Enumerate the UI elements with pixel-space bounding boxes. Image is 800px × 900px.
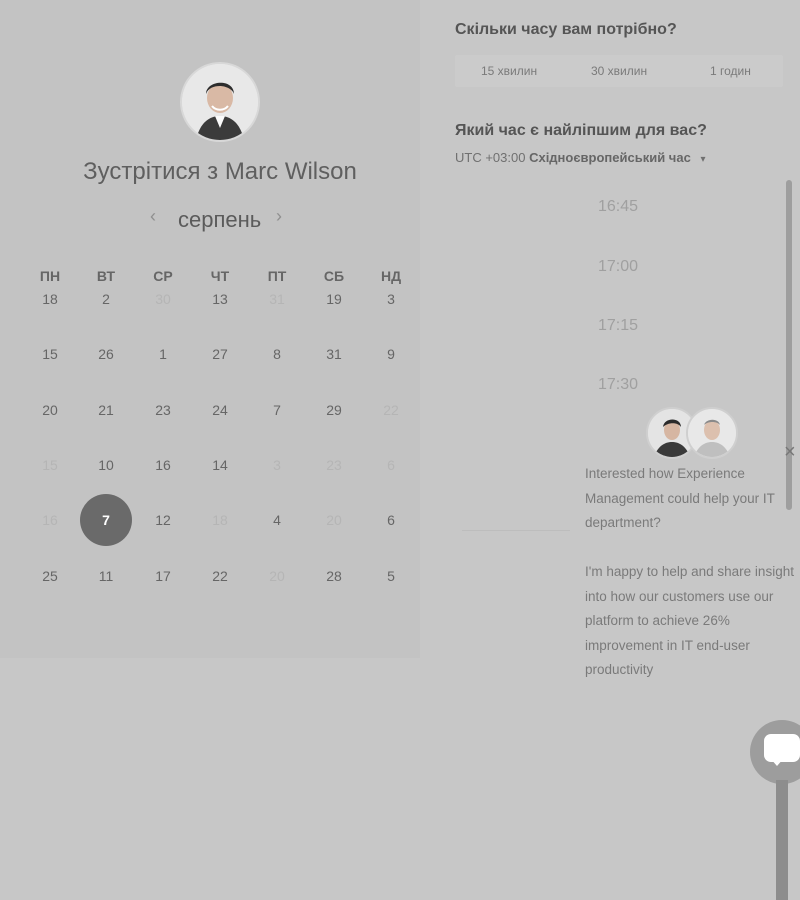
- duration-option-60[interactable]: 1 годин: [710, 64, 751, 78]
- title-prefix: Зустрітися з: [83, 158, 219, 185]
- calendar-day[interactable]: 17: [135, 564, 191, 588]
- calendar-day[interactable]: 1: [135, 342, 191, 366]
- calendar-day[interactable]: 30: [135, 287, 191, 311]
- calendar-day[interactable]: 20: [249, 564, 305, 588]
- weekday-label: СР: [153, 268, 173, 284]
- calendar-day[interactable]: 27: [192, 342, 248, 366]
- calendar-day[interactable]: 3: [363, 287, 419, 311]
- chat-message-2: I'm happy to help and share insight into…: [585, 564, 794, 677]
- chevron-right-icon[interactable]: ›: [276, 206, 282, 227]
- chevron-down-icon: ▾: [700, 154, 706, 165]
- calendar-day[interactable]: 23: [306, 453, 362, 477]
- calendar-day[interactable]: 25: [22, 564, 78, 588]
- calendar-day[interactable]: 31: [249, 287, 305, 311]
- calendar-day[interactable]: 20: [22, 398, 78, 422]
- calendar-day[interactable]: 21: [78, 398, 134, 422]
- calendar-day[interactable]: 16: [22, 508, 78, 532]
- calendar-day[interactable]: 3: [249, 453, 305, 477]
- time-slot[interactable]: 16:45: [468, 185, 768, 229]
- calendar-day[interactable]: 22: [192, 564, 248, 588]
- calendar-day[interactable]: 22: [363, 398, 419, 422]
- calendar-day[interactable]: 13: [192, 287, 248, 311]
- close-icon[interactable]: ×: [784, 442, 796, 462]
- calendar-day[interactable]: 9: [363, 342, 419, 366]
- month-label: серпень: [178, 207, 262, 232]
- agent-avatar: [686, 407, 738, 459]
- divider: [462, 530, 570, 531]
- calendar-day[interactable]: 23: [135, 398, 191, 422]
- calendar-day[interactable]: 6: [363, 508, 419, 532]
- chat-launcher-button[interactable]: [750, 720, 800, 784]
- calendar-day[interactable]: 11: [78, 564, 134, 588]
- calendar-day[interactable]: 10: [78, 453, 134, 477]
- chat-bubble-tail: [770, 758, 784, 766]
- calendar-day[interactable]: 15: [22, 453, 78, 477]
- time-slot[interactable]: 17:30: [468, 363, 768, 407]
- calendar-day[interactable]: 26: [78, 342, 134, 366]
- calendar-day[interactable]: 14: [192, 453, 248, 477]
- calendar-day[interactable]: 7: [249, 398, 305, 422]
- calendar-day[interactable]: 12: [135, 508, 191, 532]
- weekday-label: ПТ: [267, 268, 287, 284]
- calendar-day[interactable]: 18: [22, 287, 78, 311]
- duration-selector: 15 хвилин 30 хвилин 1 годин: [455, 55, 783, 87]
- host-name: Marc Wilson: [224, 158, 357, 185]
- duration-question: Скільки часу вам потрібно?: [455, 21, 677, 38]
- duration-option-30[interactable]: 30 хвилин: [591, 64, 647, 78]
- timezone-selector[interactable]: UTC +03:00 Східноєвропейський час ▾: [455, 150, 705, 165]
- page-scrollbar[interactable]: [776, 780, 788, 900]
- chat-message-1: Interested how Experience Management cou…: [585, 466, 775, 530]
- calendar-day[interactable]: 2: [78, 287, 134, 311]
- weekday-label: СБ: [323, 268, 345, 284]
- timezone-offset: UTC +03:00: [455, 150, 526, 165]
- calendar-day[interactable]: 6: [363, 453, 419, 477]
- timezone-name: Східноєвропейський час: [529, 150, 691, 165]
- calendar-day[interactable]: 4: [249, 508, 305, 532]
- weekday-label: ВТ: [96, 268, 116, 284]
- duration-option-15[interactable]: 15 хвилин: [481, 64, 537, 78]
- calendar-day[interactable]: 16: [135, 453, 191, 477]
- calendar-day[interactable]: 5: [363, 564, 419, 588]
- calendar-day[interactable]: 8: [249, 342, 305, 366]
- weekday-label: ЧТ: [210, 268, 230, 284]
- calendar-day[interactable]: 31: [306, 342, 362, 366]
- calendar-day[interactable]: 15: [22, 342, 78, 366]
- weekday-label: НД: [380, 268, 402, 284]
- chat-agent-avatars: [646, 407, 738, 459]
- calendar-day[interactable]: 20: [306, 508, 362, 532]
- time-slot[interactable]: 17:00: [468, 245, 768, 289]
- weekday-label: ПН: [39, 268, 61, 284]
- calendar-day-selected[interactable]: 7: [80, 494, 132, 546]
- month-navigation: ‹ серпень ›: [150, 204, 290, 234]
- meeting-title: Зустрітися з Marc Wilson: [0, 158, 440, 186]
- calendar-day[interactable]: 19: [306, 287, 362, 311]
- calendar-day[interactable]: 18: [192, 508, 248, 532]
- time-slot[interactable]: 17:15: [468, 304, 768, 348]
- host-avatar: [182, 64, 258, 140]
- calendar-day[interactable]: 29: [306, 398, 362, 422]
- calendar-day[interactable]: 24: [192, 398, 248, 422]
- time-question: Який час є найліпшим для вас?: [455, 122, 707, 139]
- calendar-day[interactable]: 28: [306, 564, 362, 588]
- chevron-left-icon[interactable]: ‹: [150, 206, 156, 227]
